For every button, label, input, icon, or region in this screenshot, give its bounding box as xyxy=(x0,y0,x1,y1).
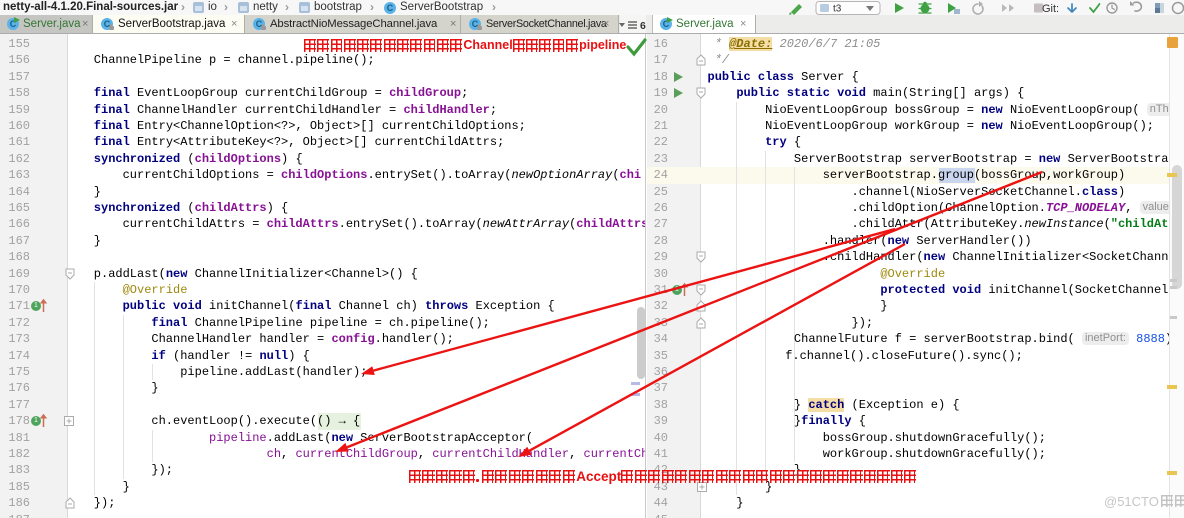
svg-text:t3: t3 xyxy=(833,4,842,15)
svg-text:Git:: Git: xyxy=(1042,3,1059,15)
